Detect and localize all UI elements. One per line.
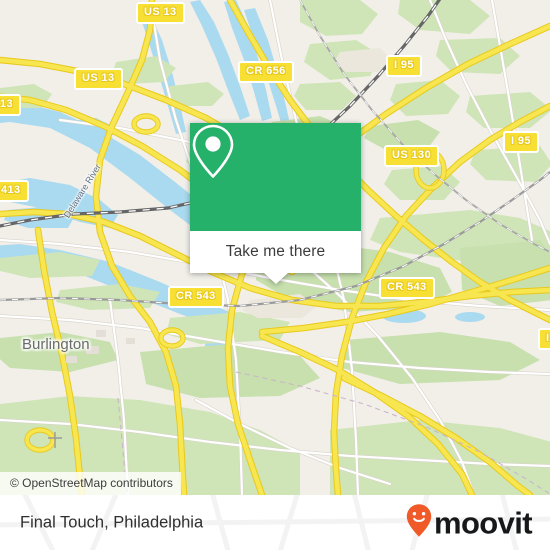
road-shield-us-13-north: US 13 [136, 2, 185, 24]
road-shield-i-95-east: I 95 [503, 131, 539, 153]
location-popup-card[interactable]: Take me there [190, 123, 361, 284]
popup-pin-area [190, 123, 361, 231]
map-canvas[interactable]: Burlington Delaware River US 13 US 13 13… [0, 0, 550, 495]
road-shield-cr-543-east: CR 543 [379, 277, 435, 299]
moovit-map-screenshot: Burlington Delaware River US 13 US 13 13… [0, 0, 550, 550]
take-me-there-button[interactable]: Take me there [226, 243, 326, 261]
road-shield-us-130: US 130 [384, 145, 440, 167]
road-shield-cr-656: CR 656 [238, 61, 294, 83]
moovit-brand-logo[interactable]: moovit [406, 503, 533, 542]
road-shield-cr-543-west: CR 543 [168, 286, 224, 308]
road-shield-us-13-west: US 13 [74, 68, 123, 90]
road-shield-i-95-north: I 95 [386, 55, 422, 77]
road-shield-i-edge: I [538, 328, 550, 350]
page-title: Final Touch, Philadelphia [20, 513, 204, 531]
road-shield-13-edge: 13 [0, 94, 22, 116]
popup-tail-pointer [263, 273, 288, 284]
moovit-pin-smiley-icon [406, 503, 432, 542]
moovit-wordmark: moovit [433, 505, 533, 540]
footer-bar: Final Touch, Philadelphia moovit [0, 495, 550, 550]
place-label-burlington: Burlington [22, 336, 90, 353]
osm-attribution[interactable]: © OpenStreetMap contributors [0, 472, 181, 495]
popup-action-area[interactable]: Take me there [190, 231, 361, 284]
road-shield-413: 413 [0, 180, 29, 202]
